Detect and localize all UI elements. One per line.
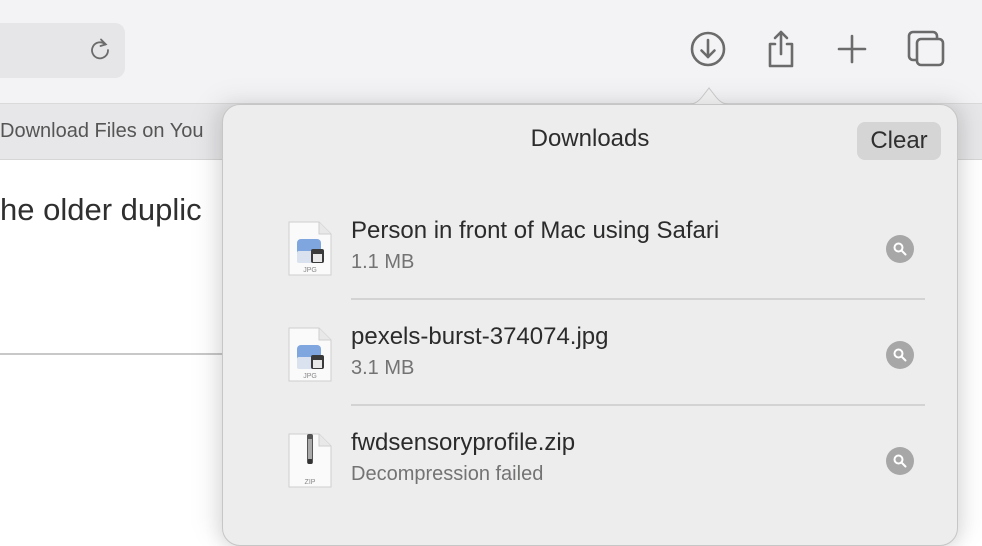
clear-button[interactable]: Clear — [857, 122, 941, 160]
page-divider — [0, 353, 240, 355]
download-name: fwdsensoryprofile.zip — [351, 429, 576, 456]
svg-text:JPG: JPG — [303, 373, 317, 380]
magnifier-icon — [893, 348, 907, 362]
popover-arrow — [684, 78, 734, 106]
svg-text:JPG: JPG — [303, 267, 317, 274]
download-item[interactable]: ZIP fwdsensoryprofile.zip Decompression … — [223, 425, 957, 531]
reveal-in-finder-button[interactable] — [886, 235, 914, 263]
plus-icon[interactable] — [833, 30, 871, 68]
magnifier-icon — [893, 454, 907, 468]
magnifier-icon — [893, 242, 907, 256]
downloads-popover: Downloads Clear JPG Person in front of M… — [222, 104, 958, 546]
item-separator — [351, 298, 925, 300]
zip-file-icon: ZIP — [287, 433, 333, 489]
svg-text:ZIP: ZIP — [305, 479, 316, 486]
download-status: Decompression failed — [351, 463, 544, 485]
browser-toolbar — [0, 0, 982, 104]
item-separator — [351, 404, 925, 406]
popover-title: Downloads — [530, 125, 650, 152]
download-circle-icon[interactable] — [689, 30, 727, 68]
jpg-file-icon: JPG — [287, 327, 333, 383]
download-size: 1.1 MB — [351, 251, 415, 273]
reveal-in-finder-button[interactable] — [886, 341, 914, 369]
page-body-text: he older duplic — [0, 192, 202, 227]
reload-icon[interactable] — [88, 37, 112, 61]
reveal-in-finder-button[interactable] — [886, 447, 914, 475]
jpg-file-icon: JPG — [287, 221, 333, 277]
download-name: pexels-burst-374074.jpg — [351, 323, 609, 350]
download-item[interactable]: JPG Person in front of Mac using Safari … — [223, 213, 957, 319]
download-item[interactable]: JPG pexels-burst-374074.jpg 3.1 MB — [223, 319, 957, 425]
tabs-overview-icon[interactable] — [907, 30, 945, 68]
download-name: Person in front of Mac using Safari — [351, 217, 720, 244]
download-size: 3.1 MB — [351, 357, 415, 379]
share-icon[interactable] — [762, 30, 800, 68]
tab-title[interactable]: Download Files on You — [0, 120, 203, 143]
